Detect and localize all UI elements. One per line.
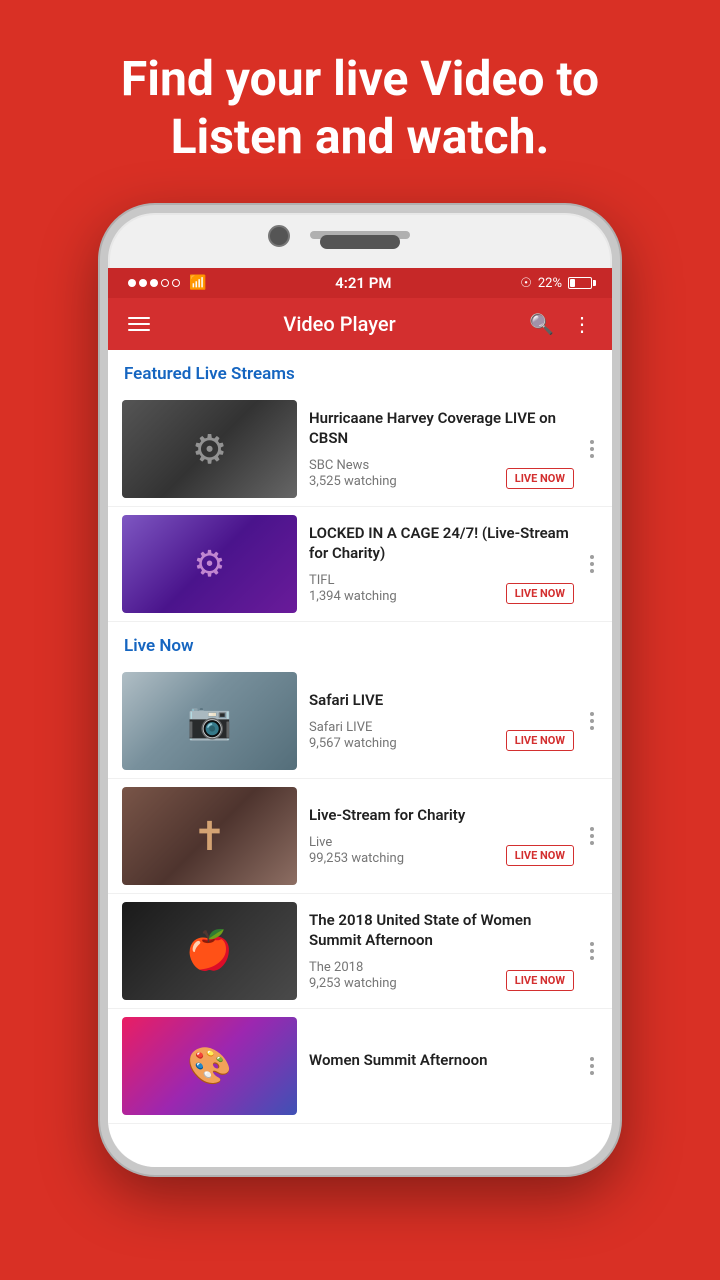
stream-item-womensum[interactable]: Women Summit Afternoon: [108, 1009, 612, 1124]
search-icon[interactable]: 🔍: [529, 312, 554, 336]
stream-title-charity: Live-Stream for Charity: [309, 806, 574, 826]
stream-thumbnail-charity: [122, 787, 297, 885]
app-bar: Video Player 🔍 ⋮: [108, 298, 612, 350]
signal-dot-4: [161, 279, 169, 287]
stream-title-safari: Safari LIVE: [309, 691, 574, 711]
stream-item-harvey[interactable]: Hurricaane Harvey Coverage LIVE on CBSN …: [108, 392, 612, 507]
stream-meta-women2018: The 2018 9,253 watching LIVE NOW: [309, 960, 574, 991]
battery-fill: [570, 279, 575, 287]
thumb-harvey-img: [122, 400, 297, 498]
stream-thumbnail-safari: [122, 672, 297, 770]
stream-info-safari: Safari LIVE Safari LIVE 9,567 watching L…: [309, 691, 574, 752]
live-badge-cage: LIVE NOW: [506, 583, 574, 604]
status-bar: 📶 4:21 PM ☉ 22%: [108, 268, 612, 298]
stream-info-cage: LOCKED IN A CAGE 24/7! (Live-Stream for …: [309, 524, 574, 604]
stream-thumbnail-women2018: [122, 902, 297, 1000]
stream-title-womensum: Women Summit Afternoon: [309, 1051, 574, 1071]
thumb-cage-img: [122, 515, 297, 613]
thumb-charity-img: [122, 787, 297, 885]
stream-watching-women2018: 9,253 watching: [309, 976, 397, 991]
stream-channel-women2018: The 2018: [309, 960, 397, 975]
phone-speaker: [320, 235, 400, 249]
phone-wrapper: 📶 4:21 PM ☉ 22% Video Player: [0, 195, 720, 1175]
more-button-charity[interactable]: [586, 827, 598, 845]
stream-meta-left-harvey: SBC News 3,525 watching: [309, 458, 397, 489]
signal-dot-2: [139, 279, 147, 287]
wifi-icon: 📶: [189, 275, 206, 291]
stream-meta-harvey: SBC News 3,525 watching LIVE NOW: [309, 458, 574, 489]
livenow-section-header: Live Now: [108, 622, 612, 664]
hamburger-line-1: [128, 317, 150, 319]
battery-icon: [568, 277, 592, 289]
live-badge-charity: LIVE NOW: [506, 845, 574, 866]
hamburger-line-3: [128, 329, 150, 331]
stream-item-women2018[interactable]: The 2018 United State of Women Summit Af…: [108, 894, 612, 1009]
live-badge-safari: LIVE NOW: [506, 730, 574, 751]
stream-title-harvey: Hurricaane Harvey Coverage LIVE on CBSN: [309, 409, 574, 448]
stream-item-charity[interactable]: Live-Stream for Charity Live 99,253 watc…: [108, 779, 612, 894]
more-options-icon[interactable]: ⋮: [572, 312, 592, 336]
stream-thumbnail-womensum: [122, 1017, 297, 1115]
stream-info-harvey: Hurricaane Harvey Coverage LIVE on CBSN …: [309, 409, 574, 489]
stream-channel-charity: Live: [309, 835, 404, 850]
signal-dot-3: [150, 279, 158, 287]
stream-watching-harvey: 3,525 watching: [309, 474, 397, 489]
more-button-harvey[interactable]: [586, 440, 598, 458]
hero-section: Find your live Video to Listen and watch…: [0, 0, 720, 195]
signal-dots: [128, 279, 180, 287]
hamburger-menu-button[interactable]: [128, 317, 150, 331]
hero-text: Find your live Video to Listen and watch…: [121, 50, 599, 165]
thumb-safari-img: [122, 672, 297, 770]
phone-frame: 📶 4:21 PM ☉ 22% Video Player: [100, 205, 620, 1175]
signal-dot-1: [128, 279, 136, 287]
stream-title-cage: LOCKED IN A CAGE 24/7! (Live-Stream for …: [309, 524, 574, 563]
live-badge-harvey: LIVE NOW: [506, 468, 574, 489]
stream-watching-cage: 1,394 watching: [309, 589, 397, 604]
thumb-women2018-img: [122, 902, 297, 1000]
stream-info-womensum: Women Summit Afternoon: [309, 1051, 574, 1081]
phone-screen: 📶 4:21 PM ☉ 22% Video Player: [108, 268, 612, 1167]
stream-item-safari[interactable]: Safari LIVE Safari LIVE 9,567 watching L…: [108, 664, 612, 779]
stream-meta-charity: Live 99,253 watching LIVE NOW: [309, 835, 574, 866]
app-bar-actions: 🔍 ⋮: [529, 312, 592, 336]
live-badge-women2018: LIVE NOW: [506, 970, 574, 991]
stream-channel-safari: Safari LIVE: [309, 720, 397, 735]
signal-dot-5: [172, 279, 180, 287]
featured-section-header: Featured Live Streams: [108, 350, 612, 392]
status-time: 4:21 PM: [335, 274, 391, 292]
stream-meta-left-safari: Safari LIVE 9,567 watching: [309, 720, 397, 751]
stream-watching-charity: 99,253 watching: [309, 851, 404, 866]
bluetooth-icon: ☉: [520, 276, 532, 291]
stream-meta-cage: TIFL 1,394 watching LIVE NOW: [309, 573, 574, 604]
status-right: ☉ 22%: [520, 276, 592, 291]
hamburger-line-2: [128, 323, 150, 325]
stream-meta-left-women2018: The 2018 9,253 watching: [309, 960, 397, 991]
stream-info-women2018: The 2018 United State of Women Summit Af…: [309, 911, 574, 991]
more-button-cage[interactable]: [586, 555, 598, 573]
status-left: 📶: [128, 275, 206, 291]
stream-channel-cage: TIFL: [309, 573, 397, 588]
stream-meta-safari: Safari LIVE 9,567 watching LIVE NOW: [309, 720, 574, 751]
stream-info-charity: Live-Stream for Charity Live 99,253 watc…: [309, 806, 574, 867]
content-area[interactable]: Featured Live Streams Hurricaane Harvey …: [108, 350, 612, 1167]
thumb-womensum-img: [122, 1017, 297, 1115]
more-button-safari[interactable]: [586, 712, 598, 730]
stream-thumbnail-cage: [122, 515, 297, 613]
stream-title-women2018: The 2018 United State of Women Summit Af…: [309, 911, 574, 950]
stream-watching-safari: 9,567 watching: [309, 736, 397, 751]
stream-channel-harvey: SBC News: [309, 458, 397, 473]
stream-meta-left-cage: TIFL 1,394 watching: [309, 573, 397, 604]
app-title: Video Player: [283, 312, 395, 336]
battery-percent: 22%: [538, 276, 562, 291]
stream-item-cage[interactable]: LOCKED IN A CAGE 24/7! (Live-Stream for …: [108, 507, 612, 622]
phone-camera: [268, 225, 290, 247]
more-button-womensum[interactable]: [586, 1057, 598, 1075]
more-button-women2018[interactable]: [586, 942, 598, 960]
stream-meta-left-charity: Live 99,253 watching: [309, 835, 404, 866]
stream-thumbnail-harvey: [122, 400, 297, 498]
